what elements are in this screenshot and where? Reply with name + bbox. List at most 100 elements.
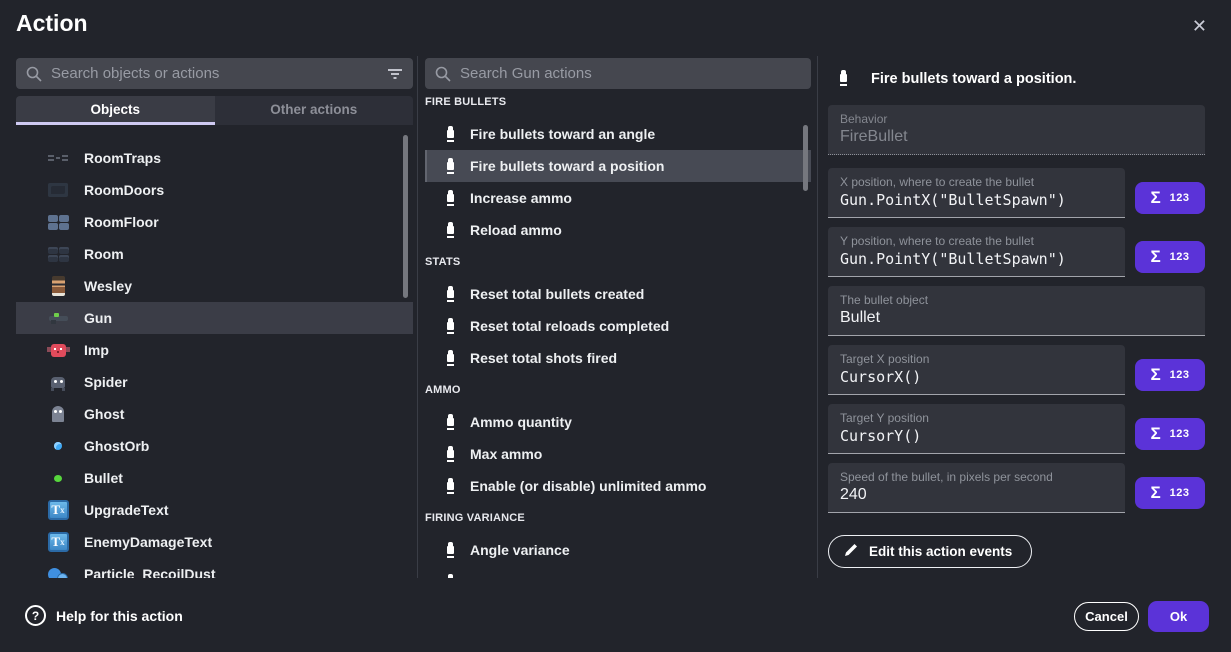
action-item-fire-position[interactable]: Fire bullets toward a position bbox=[425, 150, 811, 182]
cancel-button[interactable]: Cancel bbox=[1074, 602, 1139, 631]
object-label: EnemyDamageText bbox=[84, 534, 212, 550]
list-item-roomfloor[interactable]: RoomFloor bbox=[16, 206, 413, 238]
section-header-fire-bullets: FIRE BULLETS bbox=[425, 86, 811, 118]
bullet-object-field[interactable]: The bullet object Bullet bbox=[828, 286, 1205, 336]
action-item-reset-reloads-completed[interactable]: Reset total reloads completed bbox=[425, 310, 811, 342]
object-label: RoomDoors bbox=[84, 182, 164, 198]
object-label: Bullet bbox=[84, 470, 123, 486]
action-item-increase-ammo[interactable]: Increase ammo bbox=[425, 182, 811, 214]
search-icon bbox=[435, 66, 451, 82]
action-label: Reset total shots fired bbox=[470, 350, 617, 366]
action-item-clipped[interactable] bbox=[425, 566, 811, 578]
action-item-reset-bullets-created[interactable]: Reset total bullets created bbox=[425, 278, 811, 310]
behavior-field: Behavior FireBullet bbox=[828, 105, 1205, 155]
action-label: Max ammo bbox=[470, 446, 542, 462]
expression-editor-button[interactable]: Σ 123 bbox=[1135, 182, 1205, 214]
action-item-ammo-quantity[interactable]: Ammo quantity bbox=[425, 406, 811, 438]
room-icon bbox=[46, 243, 70, 265]
expression-editor-button[interactable]: Σ 123 bbox=[1135, 241, 1205, 273]
list-item-room[interactable]: Room bbox=[16, 238, 413, 270]
close-icon[interactable]: ✕ bbox=[1192, 14, 1207, 38]
list-item-ghostorb[interactable]: GhostOrb bbox=[16, 430, 413, 462]
spider-sprite-icon bbox=[46, 371, 70, 393]
action-label: Enable (or disable) unlimited ammo bbox=[470, 478, 706, 494]
list-item-enemydamagetext[interactable]: Tx EnemyDamageText bbox=[16, 526, 413, 558]
search-icon bbox=[26, 66, 42, 82]
expression-editor-button[interactable]: Σ 123 bbox=[1135, 359, 1205, 391]
object-label: RoomFloor bbox=[84, 214, 159, 230]
y-position-field[interactable]: Y position, where to create the bullet G… bbox=[828, 227, 1125, 277]
action-label: Fire bullets toward an angle bbox=[470, 126, 655, 142]
list-item-roomtraps[interactable]: RoomTraps bbox=[16, 142, 413, 174]
list-item-roomdoors[interactable]: RoomDoors bbox=[16, 174, 413, 206]
field-value[interactable]: 240 bbox=[840, 486, 1113, 504]
expression-editor-button[interactable]: Σ 123 bbox=[1135, 418, 1205, 450]
action-item-unlimited-ammo[interactable]: Enable (or disable) unlimited ammo bbox=[425, 470, 811, 502]
action-item-fire-angle[interactable]: Fire bullets toward an angle bbox=[425, 118, 811, 150]
action-item-angle-variance[interactable]: Angle variance bbox=[425, 534, 811, 566]
left-scrollbar[interactable] bbox=[403, 135, 408, 298]
field-value[interactable]: Bullet bbox=[840, 309, 1193, 327]
object-label: GhostOrb bbox=[84, 438, 149, 454]
action-item-max-ammo[interactable]: Max ammo bbox=[425, 438, 811, 470]
bullet-icon bbox=[447, 414, 454, 431]
bullet-icon bbox=[447, 446, 454, 463]
field-value[interactable]: Gun.PointX("BulletSpawn") bbox=[840, 191, 1113, 209]
field-value[interactable]: CursorX() bbox=[840, 368, 1113, 386]
help-link[interactable]: ? Help for this action bbox=[25, 605, 183, 626]
text-object-icon: Tx bbox=[46, 499, 70, 521]
tab-objects[interactable]: Objects bbox=[16, 96, 215, 125]
target-x-field[interactable]: Target X position CursorX() bbox=[828, 345, 1125, 395]
action-item-reload-ammo[interactable]: Reload ammo bbox=[425, 214, 811, 246]
roomdoors-icon bbox=[46, 179, 70, 201]
x-position-field[interactable]: X position, where to create the bullet G… bbox=[828, 168, 1125, 218]
list-item-ghost[interactable]: Ghost bbox=[16, 398, 413, 430]
objects-search-box[interactable] bbox=[16, 58, 413, 89]
action-item-reset-shots-fired[interactable]: Reset total shots fired bbox=[425, 342, 811, 374]
action-label: Fire bullets toward a position bbox=[470, 158, 664, 174]
list-item-wesley[interactable]: Wesley bbox=[16, 270, 413, 302]
bullet-icon bbox=[447, 542, 454, 559]
speed-field[interactable]: Speed of the bullet, in pixels per secon… bbox=[828, 463, 1125, 513]
numeric-badge: 123 bbox=[1170, 251, 1190, 263]
tab-other-actions[interactable]: Other actions bbox=[215, 96, 414, 125]
list-item-bullet[interactable]: Bullet bbox=[16, 462, 413, 494]
field-row-x-position: X position, where to create the bullet G… bbox=[828, 168, 1205, 218]
action-label: Reset total bullets created bbox=[470, 286, 644, 302]
object-label: Room bbox=[84, 246, 124, 262]
field-value[interactable]: Gun.PointY("BulletSpawn") bbox=[840, 250, 1113, 268]
edit-action-events-button[interactable]: Edit this action events bbox=[828, 535, 1032, 568]
ghost-sprite-icon bbox=[46, 403, 70, 425]
field-value[interactable]: CursorY() bbox=[840, 427, 1113, 445]
list-item-gun[interactable]: Gun bbox=[16, 302, 413, 334]
middle-scrollbar[interactable] bbox=[803, 125, 808, 191]
object-list: RoomTraps RoomDoors RoomFloor Room Wesle… bbox=[16, 142, 413, 578]
field-row-y-position: Y position, where to create the bullet G… bbox=[828, 227, 1205, 277]
list-item-spider[interactable]: Spider bbox=[16, 366, 413, 398]
sigma-icon: Σ bbox=[1150, 247, 1160, 267]
ok-button[interactable]: Ok bbox=[1148, 601, 1209, 632]
tab-other-actions-label: Other actions bbox=[270, 102, 357, 117]
field-value: FireBullet bbox=[840, 128, 1193, 146]
actions-search-input[interactable] bbox=[460, 65, 801, 82]
list-item-particle-recoildust[interactable]: Particle_RecoilDust bbox=[16, 558, 413, 578]
text-object-icon: Tx bbox=[46, 531, 70, 553]
filter-icon[interactable] bbox=[387, 66, 403, 82]
page-title: Action bbox=[16, 10, 88, 37]
left-panel-tabs: Objects Other actions bbox=[16, 96, 413, 125]
field-label: The bullet object bbox=[840, 293, 1193, 307]
action-parameters-panel: Fire bullets toward a position. Behavior… bbox=[828, 56, 1205, 568]
target-y-field[interactable]: Target Y position CursorY() bbox=[828, 404, 1125, 454]
objects-search-input[interactable] bbox=[51, 65, 378, 82]
sigma-icon: Σ bbox=[1150, 365, 1160, 385]
list-item-imp[interactable]: Imp bbox=[16, 334, 413, 366]
expression-editor-button[interactable]: Σ 123 bbox=[1135, 477, 1205, 509]
action-description: Fire bullets toward a position. bbox=[871, 71, 1076, 87]
imp-sprite-icon bbox=[46, 339, 70, 361]
list-item-upgradetext[interactable]: Tx UpgradeText bbox=[16, 494, 413, 526]
edit-action-events-label: Edit this action events bbox=[869, 544, 1012, 559]
panel-divider bbox=[817, 56, 818, 578]
gun-sprite-icon bbox=[46, 307, 70, 329]
panel-divider bbox=[417, 56, 418, 578]
actions-search-box[interactable] bbox=[425, 58, 811, 89]
